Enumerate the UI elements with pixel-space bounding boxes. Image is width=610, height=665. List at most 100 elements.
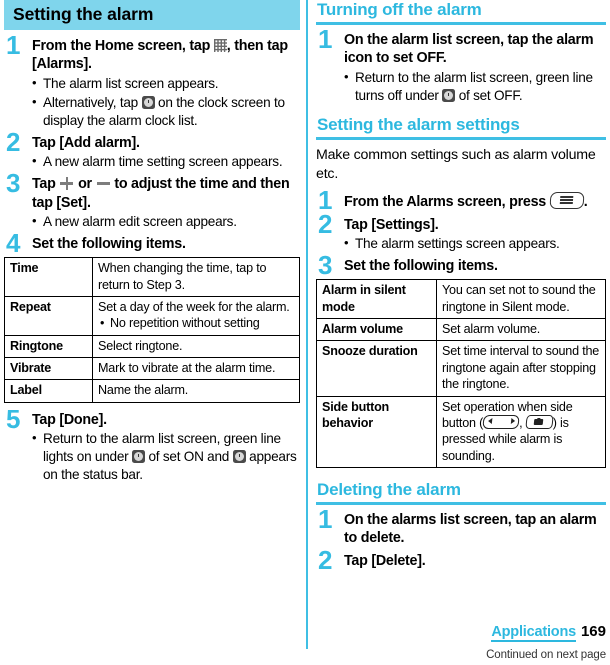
bullet-item: Return to the alarm list screen, green l…	[32, 429, 300, 484]
table-cell-value: Select ringtone.	[92, 334, 300, 358]
step-number: 1	[6, 30, 21, 60]
table-cell-key: Ringtone	[4, 334, 93, 358]
step-title-text-part1: From the Alarms screen, press	[344, 194, 550, 211]
table-cell-value: When changing the time, tap to return to…	[92, 257, 300, 297]
table-cell-key: Alarm volume	[316, 318, 437, 342]
step-title-text-part1: Tap	[32, 176, 60, 193]
step-number: 5	[6, 403, 21, 434]
bullet-text-part2: of set ON and	[144, 449, 233, 465]
minus-icon	[96, 177, 110, 190]
step-bullets: Return to the alarm list screen, green l…	[32, 429, 300, 484]
step-title: From the Alarms screen, press .	[344, 192, 606, 211]
step-bullets: The alarm list screen appears. Alternati…	[32, 74, 300, 130]
table-cell-text: Set a day of the week for the alarm.	[98, 299, 290, 314]
table-row: Alarm in silent mode You can set not to …	[316, 279, 606, 320]
table-row: Label Name the alarm.	[4, 379, 300, 403]
table-cell-value: Mark to vibrate at the alarm time.	[92, 356, 300, 381]
step-number: 1	[318, 24, 333, 54]
menu-key-icon	[549, 192, 585, 210]
step-title: Set the following items.	[344, 258, 498, 275]
plus-icon	[60, 177, 74, 191]
clock-icon	[232, 450, 246, 464]
step-title-text-part2: .	[583, 194, 588, 211]
heading-rule	[316, 136, 606, 140]
table-cell-value: Set alarm volume.	[436, 318, 606, 342]
footer-chapter-label: Applications	[491, 624, 576, 642]
volume-key-icon	[482, 414, 520, 429]
table-cell-value: Set a day of the week for the alarm.No r…	[92, 295, 300, 336]
section-heading-deleting-the-alarm: Deleting the alarm	[317, 479, 461, 499]
table-cell-value: Name the alarm.	[92, 379, 300, 403]
step-number: 2	[318, 208, 333, 239]
table-row: Time When changing the time, tap to retu…	[4, 257, 300, 297]
column-divider	[306, 0, 308, 649]
alarm-settings-table: Alarm in silent mode You can set not to …	[316, 279, 606, 468]
step-1: 1 From the Home screen, tap , then tap […	[4, 32, 300, 130]
step-2: 2 Tap [Delete].	[316, 547, 606, 573]
step-title: On the alarm list screen, tap the alarm …	[344, 32, 594, 67]
table-cell-key: Time	[4, 257, 93, 297]
table-cell-key: Label	[4, 379, 93, 403]
step-number: 2	[318, 544, 333, 575]
clock-icon	[131, 450, 145, 464]
bullet-item: The alarm list screen appears.	[32, 74, 300, 93]
clock-icon	[141, 95, 155, 109]
step-2: 2 Tap [Add alarm]. A new alarm time sett…	[4, 129, 300, 171]
heading-rule	[316, 22, 606, 25]
step-title: Tap [Add alarm].	[32, 134, 140, 151]
step-bullets: A new alarm edit screen appears.	[32, 212, 300, 231]
table-cell-value: Set operation when side button (, ) is p…	[436, 395, 606, 468]
step-title-text-part2: or	[74, 176, 96, 193]
table-row: Vibrate Mark to vibrate at the alarm tim…	[4, 356, 300, 381]
step-title-text-part1: From the Home screen, tap	[32, 38, 214, 54]
step-title: Tap [Done].	[32, 411, 107, 428]
step-bullets: A new alarm time setting screen appears.	[32, 152, 300, 171]
step-bullets: Return to the alarm list screen, green l…	[344, 68, 606, 105]
table-cell-key: Side button behavior	[316, 395, 437, 468]
section-heading-turning-off-the-alarm: Turning off the alarm	[317, 0, 482, 19]
section-intro-text: Make common settings such as alarm volum…	[316, 146, 596, 183]
table-cell-key: Vibrate	[4, 356, 93, 381]
step-number: 3	[318, 250, 333, 281]
step-number: 3	[6, 168, 21, 199]
bullet-item: Alternatively, tap on the clock screen t…	[32, 93, 300, 130]
bullet-text-part1: Alternatively, tap	[43, 94, 142, 110]
step-title: Set the following items.	[32, 235, 186, 252]
step-title: On the alarms list screen, tap an alarm …	[344, 511, 597, 547]
step-4: 4 Set the following items.	[4, 230, 300, 256]
left-column: Setting the alarm 1 From the Home screen…	[4, 0, 300, 488]
step-number: 1	[318, 503, 333, 534]
apps-grid-icon	[213, 39, 227, 52]
table-cell-value: You can set not to sound the ringtone in…	[436, 279, 606, 320]
step-title: Tap or to adjust the time and then tap […	[32, 175, 300, 212]
step-title: From the Home screen, tap , then tap [Al…	[32, 37, 300, 74]
step-1: 1 On the alarms list screen, tap an alar…	[316, 506, 606, 548]
table-cell-subbullet: No repetition without setting	[98, 315, 295, 332]
clock-icon	[442, 88, 456, 102]
bullet-text-part2: of set OFF.	[455, 87, 523, 103]
step-1: 1 On the alarm list screen, tap the alar…	[316, 26, 606, 105]
step-3: 3 Set the following items.	[316, 252, 606, 278]
step-number: 4	[6, 227, 21, 258]
step-2: 2 Tap [Settings]. The alarm settings scr…	[316, 211, 606, 253]
table-cell-text-part2: ,	[519, 415, 526, 430]
section-heading-setting-the-alarm: Setting the alarm	[4, 0, 300, 30]
section-heading-setting-the-alarm-settings: Setting the alarm settings	[317, 114, 520, 134]
table-row: Alarm volume Set alarm volume.	[316, 318, 606, 342]
step-3: 3 Tap or to adjust the time and then tap…	[4, 170, 300, 231]
page-number: 169	[580, 623, 606, 640]
table-cell-value: Set time interval to sound the ringtone …	[436, 340, 606, 397]
bullet-item: Return to the alarm list screen, green l…	[344, 68, 606, 105]
camera-key-icon	[524, 414, 554, 429]
right-column: Turning off the alarm 1 On the alarm lis…	[316, 0, 606, 574]
table-cell-key: Repeat	[4, 295, 93, 336]
heading-rule	[316, 501, 606, 505]
table-cell-key: Alarm in silent mode	[316, 279, 437, 320]
step-title: Tap [Settings].	[344, 216, 439, 233]
table-row: Ringtone Select ringtone.	[4, 334, 300, 358]
step-5: 5 Tap [Done]. Return to the alarm list s…	[4, 406, 300, 485]
table-cell-key: Snooze duration	[316, 340, 437, 397]
page-footer: Applications 169	[491, 623, 606, 642]
step-bullets: The alarm settings screen appears.	[344, 234, 606, 253]
continued-note: Continued on next page	[486, 649, 606, 661]
